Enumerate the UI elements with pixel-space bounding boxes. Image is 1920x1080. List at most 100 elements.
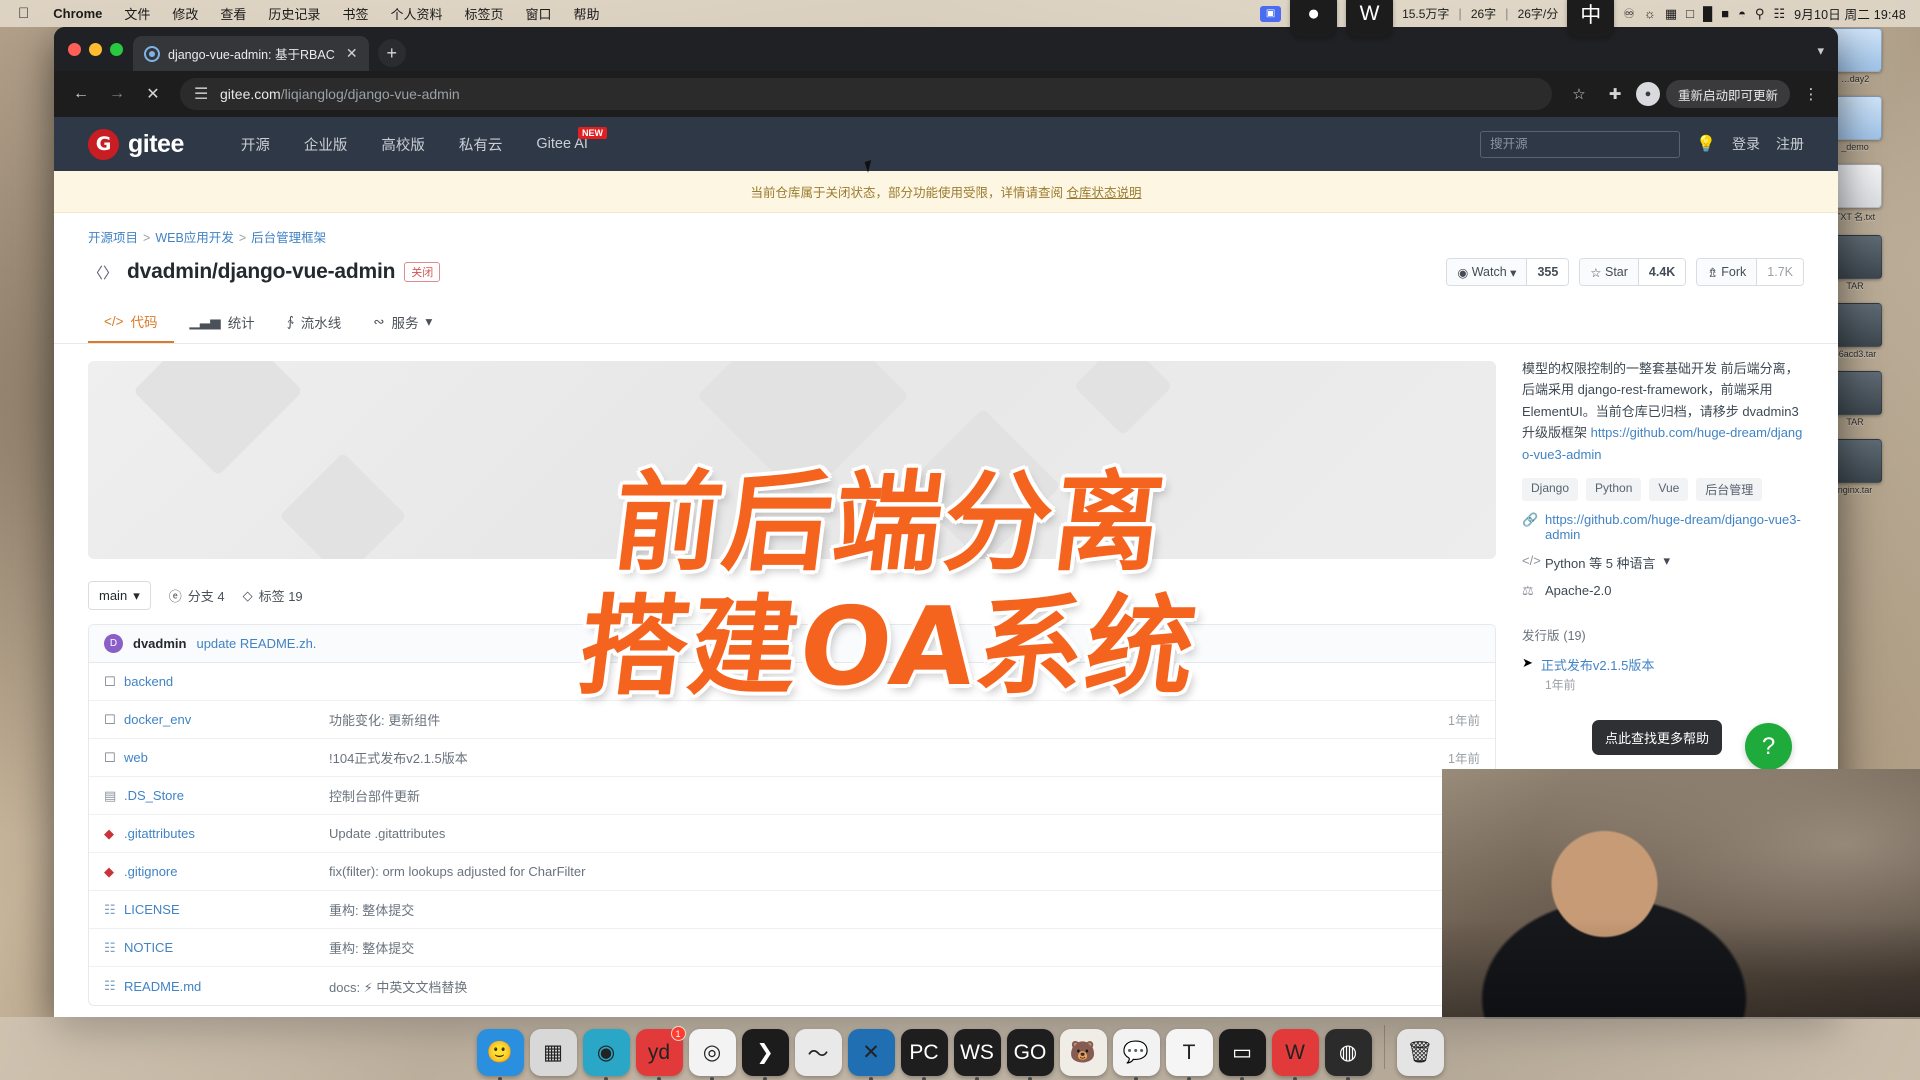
forward-arrow-icon[interactable]: →: [102, 79, 132, 109]
menu-item-edit[interactable]: 修改: [161, 4, 209, 23]
address-bar[interactable]: ☰ gitee.com/liqianglog/django-vue-admin: [180, 78, 1552, 110]
chevron-down-icon[interactable]: ▾: [1817, 43, 1824, 59]
wps-icon[interactable]: W: [1271, 1029, 1319, 1080]
homepage-link-row[interactable]: 🔗 https://github.com/huge-dream/django-v…: [1522, 512, 1804, 542]
stop-x-icon[interactable]: ✕: [138, 79, 168, 109]
latest-release-row[interactable]: ➤ 正式发布v2.1.5版本: [1522, 655, 1804, 674]
gitee-logo[interactable]: G gitee: [88, 128, 184, 160]
file-commit-message[interactable]: 功能变化: 更新组件: [329, 710, 1422, 729]
star-button-group[interactable]: ☆ Star 4.4K: [1579, 258, 1687, 286]
commit-message[interactable]: update README.zh.: [196, 636, 316, 651]
goland-icon[interactable]: GO: [1006, 1029, 1054, 1080]
file-name[interactable]: LICENSE: [124, 902, 329, 917]
tab-services[interactable]: ∾ 服务 ▾: [357, 300, 448, 343]
wps-icon[interactable]: W: [1346, 0, 1394, 37]
spotlight-search-icon[interactable]: ⚲: [1755, 6, 1765, 22]
table-row[interactable]: ◆ .gitignore fix(filter): orm lookups adju…: [89, 853, 1495, 891]
menu-bar-clock[interactable]: 9月10日 周二 19:48: [1794, 4, 1906, 23]
commit-author[interactable]: dvadmin: [133, 636, 186, 651]
menu-item-history[interactable]: 历史记录: [257, 4, 331, 23]
branch-selector[interactable]: main ▾: [88, 581, 151, 610]
table-row[interactable]: ☷NOTICE重构: 整体提交2年前: [89, 929, 1495, 967]
bear-notes-icon[interactable]: 🐻: [1059, 1029, 1107, 1076]
star-count[interactable]: 4.4K: [1637, 259, 1686, 285]
file-commit-message[interactable]: docs: ⚡ 中英文文档替换: [329, 977, 1422, 996]
tab-stats[interactable]: ▁▃▅ 统计: [174, 300, 271, 343]
terminal-icon[interactable]: ❯: [741, 1029, 789, 1080]
watch-button-group[interactable]: ◉ Watch ▾ 355: [1446, 258, 1570, 286]
close-tab-icon[interactable]: ✕: [343, 45, 361, 62]
table-row[interactable]: ▤.DS_Store控制台部件更新1年前: [89, 777, 1495, 815]
site-settings-icon[interactable]: ☰: [194, 86, 210, 103]
display-icon[interactable]: □: [1686, 6, 1694, 21]
fork-button-group[interactable]: ⇯ Fork 1.7K: [1696, 258, 1804, 286]
file-name[interactable]: .DS_Store: [124, 788, 329, 803]
launchpad-icon[interactable]: ▦: [529, 1029, 577, 1076]
obs-icon[interactable]: ◍: [1324, 1029, 1372, 1080]
latest-release-link[interactable]: 正式发布v2.1.5版本: [1541, 655, 1654, 674]
nav-item-enterprise[interactable]: 企业版: [287, 134, 365, 155]
menu-item-chrome[interactable]: Chrome: [42, 6, 113, 21]
file-commit-message[interactable]: 重构: 整体提交: [329, 938, 1422, 957]
youdao-icon[interactable]: yd 1: [635, 1026, 686, 1080]
file-commit-message[interactable]: Update .gitattributes: [329, 826, 1422, 841]
menu-item-file[interactable]: 文件: [113, 4, 161, 23]
typora-icon[interactable]: T: [1165, 1029, 1213, 1080]
input-method-icon[interactable]: 中: [1567, 0, 1615, 37]
minimize-window-button[interactable]: [89, 42, 102, 56]
file-name[interactable]: web: [124, 750, 329, 765]
file-name[interactable]: backend: [124, 674, 329, 689]
bookmark-icon[interactable]: ♾: [1623, 6, 1635, 22]
control-center-icon[interactable]: ☷: [1773, 6, 1785, 22]
new-tab-button[interactable]: +: [377, 39, 406, 67]
wifi-icon[interactable]: ◓: [1738, 6, 1746, 21]
tag-count[interactable]: ◇ 标签 19: [243, 586, 303, 605]
login-link[interactable]: 登录: [1732, 134, 1760, 154]
table-row[interactable]: ☐ backend: [89, 663, 1495, 701]
breadcrumb-item-0[interactable]: 开源项目: [88, 231, 138, 245]
maximize-window-button[interactable]: [110, 42, 123, 56]
notes-icon[interactable]: ▭: [1218, 1029, 1266, 1080]
extensions-puzzle-icon[interactable]: ✚: [1600, 79, 1630, 109]
file-commit-message[interactable]: 控制台部件更新: [329, 786, 1422, 805]
watch-count[interactable]: 355: [1526, 259, 1569, 285]
table-row[interactable]: ☷LICENSE重构: 整体提交2年前: [89, 891, 1495, 929]
star-button[interactable]: ☆ Star: [1580, 259, 1638, 285]
trash-icon[interactable]: 🗑: [1396, 1029, 1444, 1076]
homepage-link[interactable]: https://github.com/huge-dream/django-vue…: [1545, 512, 1804, 542]
branch-count[interactable]: ⓔ 分支 4: [169, 586, 225, 605]
menu-item-bookmarks[interactable]: 书签: [331, 4, 379, 23]
fork-count[interactable]: 1.7K: [1756, 259, 1803, 285]
restart-to-update-button[interactable]: 重新启动即可更新: [1665, 80, 1790, 108]
stats-icon[interactable]: █: [1703, 6, 1712, 21]
nav-item-education[interactable]: 高校版: [364, 134, 442, 155]
table-row[interactable]: ☐ web !104正式发布v2.1.5版本 1年前: [89, 739, 1495, 777]
chrome-icon[interactable]: ◎: [688, 1029, 736, 1080]
three-dot-menu-icon[interactable]: ⋮: [1796, 79, 1826, 109]
topic-tag[interactable]: Django: [1522, 478, 1579, 502]
breadcrumb-item-2[interactable]: 后台管理框架: [251, 231, 326, 245]
file-name[interactable]: NOTICE: [124, 940, 329, 955]
close-window-button[interactable]: [68, 42, 81, 56]
help-button[interactable]: ?: [1745, 723, 1792, 770]
language-row[interactable]: </> Python 等 5 种语言 ▾: [1522, 553, 1804, 572]
menu-item-view[interactable]: 查看: [209, 4, 257, 23]
wechat-icon[interactable]: 💬: [1112, 1029, 1160, 1080]
license-row[interactable]: ⚖ Apache-2.0: [1522, 583, 1804, 599]
breadcrumb-item-1[interactable]: WEB应用开发: [155, 231, 233, 245]
page-title[interactable]: dvadmin/django-vue-admin: [127, 260, 395, 284]
file-commit-message[interactable]: 重构: 整体提交: [329, 900, 1422, 919]
file-commit-message[interactable]: fix(filter): orm lookups adjusted for Ch…: [329, 864, 1422, 879]
menu-item-profiles[interactable]: 个人资料: [379, 4, 453, 23]
vscode-icon[interactable]: ✕: [847, 1029, 895, 1080]
apple-logo-icon[interactable]: : [18, 6, 29, 21]
tab-code[interactable]: </> 代码: [88, 300, 174, 343]
table-row[interactable]: ◆.gitattributesUpdate .gitattributes4年前: [89, 815, 1495, 853]
topic-tag[interactable]: Python: [1586, 478, 1642, 502]
topic-tag[interactable]: 后台管理: [1696, 478, 1763, 502]
file-name[interactable]: docker_env: [124, 712, 329, 727]
lightbulb-icon[interactable]: 💡: [1696, 134, 1716, 154]
record-icon[interactable]: ●: [1290, 0, 1338, 37]
file-name[interactable]: .gitattributes: [124, 826, 329, 841]
menu-item-tabs[interactable]: 标签页: [453, 4, 514, 23]
